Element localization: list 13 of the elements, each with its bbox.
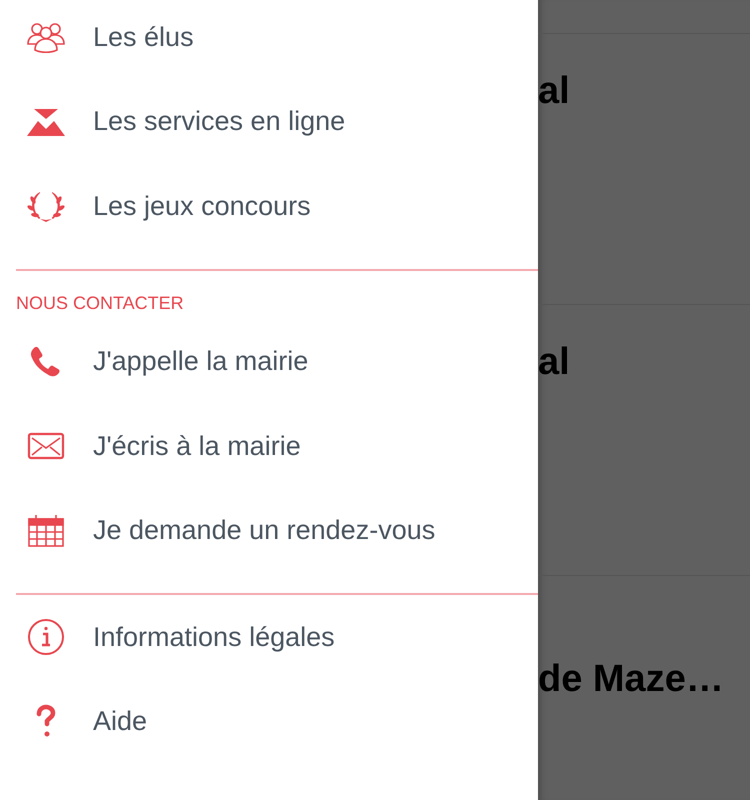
menu-item[interactable]: Informations légales — [0, 595, 538, 680]
menu-item[interactable]: Aide — [0, 680, 538, 764]
card-title: al — [538, 72, 570, 110]
menu-item[interactable]: Les élus — [0, 0, 538, 80]
menu-item[interactable]: Les services en ligne — [0, 80, 538, 164]
menu-item[interactable]: J'appelle la mairie — [0, 320, 538, 404]
menu-item[interactable]: J'écris à la mairie — [0, 404, 538, 488]
menu-item[interactable]: Je demande un rendez-vous — [0, 488, 538, 573]
menu-item[interactable]: Les jeux concours — [0, 164, 538, 248]
section-header: NOUS CONTACTER — [15, 292, 185, 314]
info-icon — [26, 617, 66, 658]
card-title: al — [538, 343, 570, 381]
card-title: de Maze… — [538, 660, 724, 698]
